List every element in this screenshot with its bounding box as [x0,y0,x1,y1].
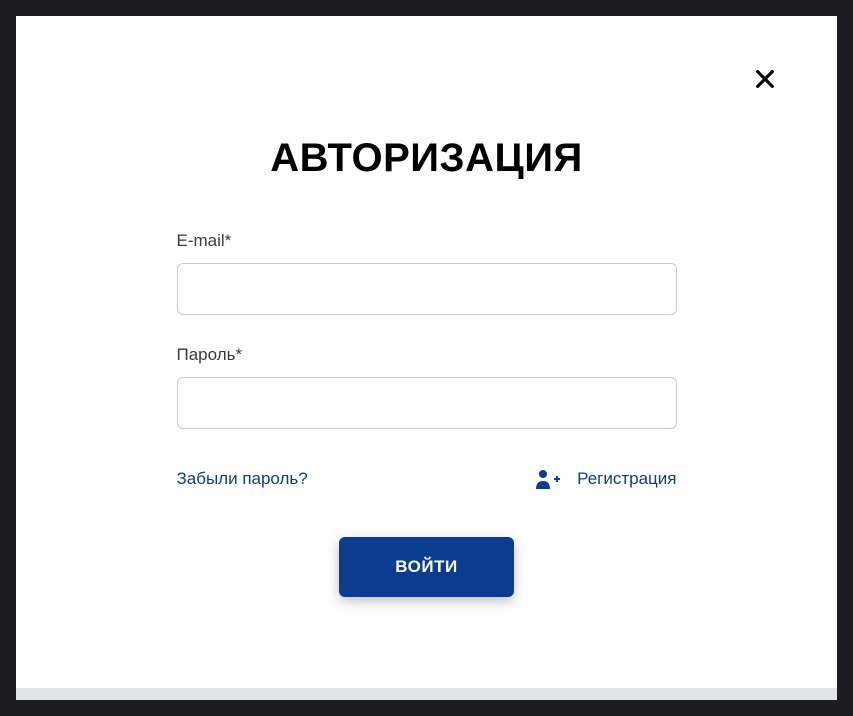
form-content: АВТОРИЗАЦИЯ E-mail* Пароль* Забыли парол… [177,136,677,597]
close-button[interactable] [751,66,779,94]
email-input[interactable] [177,263,677,315]
register-link[interactable]: Регистрация [535,469,676,489]
user-plus-icon [535,469,561,489]
password-label: Пароль* [177,345,677,365]
forgot-password-link[interactable]: Забыли пароль? [177,469,308,489]
links-row: Забыли пароль? Регистрация [177,469,677,489]
email-group: E-mail* [177,231,677,315]
submit-row: ВОЙТИ [177,537,677,597]
modal-title: АВТОРИЗАЦИЯ [177,136,677,181]
email-label: E-mail* [177,231,677,251]
auth-modal: АВТОРИЗАЦИЯ E-mail* Пароль* Забыли парол… [16,16,837,688]
password-group: Пароль* [177,345,677,429]
close-icon [754,68,776,93]
password-input[interactable] [177,377,677,429]
register-label: Регистрация [577,469,676,489]
login-button[interactable]: ВОЙТИ [339,537,513,597]
bottom-strip [16,688,837,700]
